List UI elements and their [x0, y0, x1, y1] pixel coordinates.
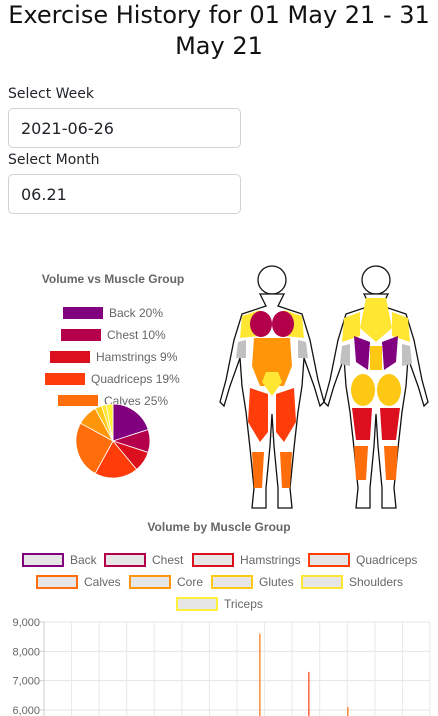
y-tick-label: 9,000 [12, 617, 40, 629]
bar-calves[interactable] [347, 707, 349, 716]
pie-legend-label: Back 20% [109, 306, 164, 320]
pie-legend-item[interactable]: Hamstrings 9% [50, 350, 177, 364]
pie-legend-swatch [63, 307, 103, 319]
bar-legend-swatch [36, 575, 78, 589]
bar-legend-swatch [176, 597, 218, 611]
month-label: Select Month [8, 152, 100, 168]
bar-legend-item-quadriceps[interactable]: Quadriceps [308, 552, 417, 568]
pie-legend-item[interactable]: Back 20% [63, 306, 163, 320]
bar-legend-item-calves[interactable]: Calves [36, 574, 121, 590]
bar-legend-swatch [104, 553, 146, 567]
bar-chart-title: Volume by Muscle Group [147, 520, 291, 534]
bar-legend-label: Hamstrings [240, 553, 301, 567]
pie-chart [75, 403, 151, 479]
pie-legend-swatch [45, 373, 85, 385]
pie-chart-title: Volume vs Muscle Group [41, 272, 185, 286]
bar-legend-label: Glutes [259, 575, 294, 589]
bar-legend-label: Quadriceps [356, 553, 418, 567]
bar-legend-swatch [211, 575, 253, 589]
bar-legend-item-hamstrings[interactable]: Hamstrings [192, 552, 301, 568]
bar-quadriceps[interactable] [308, 671, 310, 716]
pie-legend-label: Chest 10% [107, 328, 166, 342]
bar-legend-swatch [129, 575, 171, 589]
bar-legend-label: Back [70, 553, 97, 567]
bar-legend-swatch [22, 553, 64, 567]
page-title: Exercise History for 01 May 21 - 31 May … [8, 1, 430, 60]
bar-legend-swatch [301, 575, 343, 589]
bar-chart-legend: Back Chest Hamstrings Quadriceps Calves Core G… [0, 552, 438, 616]
bar-legend-item-shoulders[interactable]: Shoulders [301, 574, 403, 590]
bar-legend-item-triceps[interactable]: Triceps [176, 596, 263, 612]
bar-legend-label: Chest [152, 553, 184, 567]
bar-legend-item-back[interactable]: Back [22, 552, 97, 568]
pie-legend-label: Quadriceps 19% [91, 372, 180, 386]
pie-legend-swatch [50, 351, 90, 363]
week-input[interactable] [8, 108, 241, 148]
bar-legend-item-glutes[interactable]: Glutes [211, 574, 294, 590]
bar-legend-label: Calves [84, 575, 121, 589]
bar-legend-item-core[interactable]: Core [129, 574, 203, 590]
pie-chart-legend: Back 20% Chest 10% Hamstrings 9% Quadriceps… [0, 306, 226, 406]
muscle-body-diagram [219, 265, 429, 509]
bar-legend-swatch [308, 553, 350, 567]
bar-legend-label: Shoulders [349, 575, 404, 589]
bar-legend-label: Core [177, 575, 204, 589]
bar-chart: 9,000 8,000 7,000 6,000 [12, 617, 431, 716]
bar-legend-label: Triceps [224, 597, 263, 611]
bar-legend-item-chest[interactable]: Chest [104, 552, 183, 568]
pie-legend-item[interactable]: Chest 10% [61, 328, 166, 342]
y-tick-label: 8,000 [12, 646, 40, 658]
pie-legend-item[interactable]: Quadriceps 19% [45, 372, 180, 386]
month-input[interactable] [8, 174, 241, 214]
bar-calves[interactable] [259, 633, 261, 716]
pie-legend-label: Hamstrings 9% [96, 350, 178, 364]
y-tick-label: 6,000 [12, 705, 40, 716]
pie-legend-swatch [61, 329, 101, 341]
bar-legend-swatch [192, 553, 234, 567]
week-label: Select Week [8, 86, 94, 102]
y-tick-label: 7,000 [12, 676, 40, 688]
